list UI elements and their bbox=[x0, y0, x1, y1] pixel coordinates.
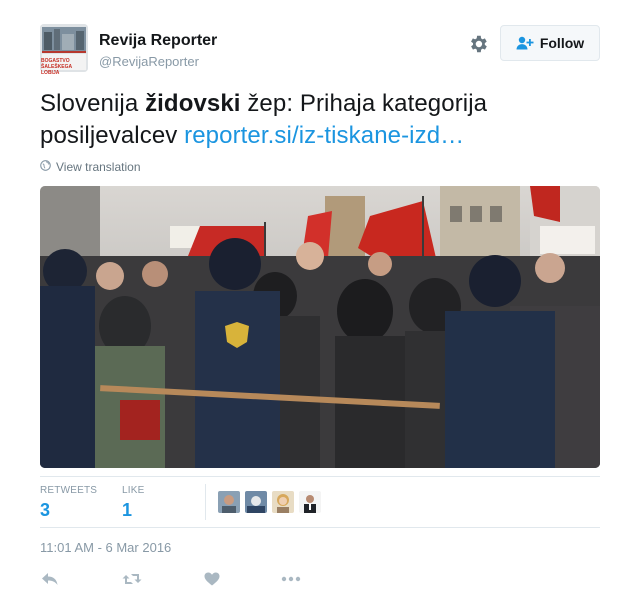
likes-stat[interactable]: LIKE 1 bbox=[122, 485, 144, 521]
avatar-caption-line-2: ŠALEŠKEGA LOBIJA bbox=[41, 64, 72, 76]
follow-label: Follow bbox=[539, 35, 585, 51]
more-icon[interactable] bbox=[281, 570, 301, 588]
user-plus-icon bbox=[516, 36, 534, 50]
liker-avatar[interactable] bbox=[245, 491, 267, 513]
tweet-photo[interactable] bbox=[40, 186, 600, 468]
tweet-actions bbox=[40, 570, 340, 590]
likes-count: 1 bbox=[122, 500, 133, 520]
divider bbox=[40, 527, 600, 528]
liker-avatar[interactable] bbox=[272, 491, 294, 513]
retweet-icon[interactable] bbox=[122, 570, 142, 588]
likes-label: LIKE bbox=[122, 485, 145, 496]
liker-avatar[interactable] bbox=[218, 491, 240, 513]
timestamp[interactable]: 11:01 AM - 6 Mar 2016 bbox=[40, 540, 171, 555]
heart-icon[interactable] bbox=[202, 570, 222, 588]
globe-icon bbox=[40, 160, 51, 174]
retweets-stat[interactable]: RETWEETS 3 bbox=[40, 485, 97, 521]
view-translation-link[interactable]: View translation bbox=[40, 160, 141, 174]
retweets-count: 3 bbox=[40, 500, 51, 520]
tweet-text: Slovenija židovski žep: Prihaja kategori… bbox=[40, 88, 600, 152]
avatar-caption: BOGASTVO ŠALEŠKEGA LOBIJA bbox=[41, 58, 87, 76]
follow-button[interactable]: Follow bbox=[500, 25, 600, 61]
view-translation-label: View translation bbox=[56, 160, 141, 174]
retweets-label: RETWEETS bbox=[40, 485, 98, 496]
tweet-text-bold: židovski bbox=[145, 90, 241, 117]
reply-icon[interactable] bbox=[40, 570, 60, 588]
tweet-text-part: Slovenija bbox=[40, 90, 146, 117]
gear-icon[interactable] bbox=[467, 33, 489, 55]
liker-avatars bbox=[218, 491, 321, 513]
tweet-link[interactable]: reporter.si/iz-tiskane-izd… bbox=[184, 122, 464, 149]
liker-avatar[interactable] bbox=[299, 491, 321, 513]
user-handle[interactable]: @RevijaReporter bbox=[99, 54, 199, 69]
divider bbox=[40, 476, 600, 477]
stats-separator bbox=[205, 484, 206, 520]
display-name[interactable]: Revija Reporter bbox=[99, 32, 217, 50]
